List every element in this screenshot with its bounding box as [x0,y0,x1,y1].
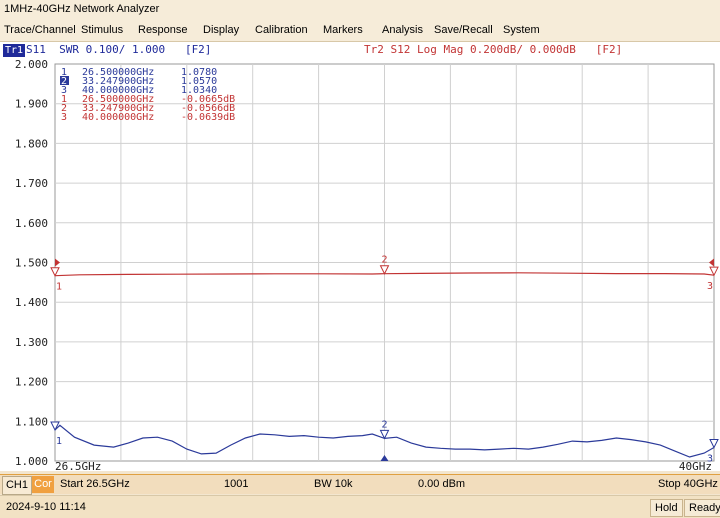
hold-button[interactable]: Hold [650,499,683,517]
stop-frequency[interactable]: Stop 40GHz [658,475,718,494]
y-tick-label: 1.400 [15,296,48,309]
window-title-bar: 1MHz-40GHz Network Analyzer [0,0,720,19]
marker-number: 3 [61,112,67,123]
source-power[interactable]: 0.00 dBm [418,475,465,494]
menu-stimulus[interactable]: Stimulus [81,19,123,41]
menu-save-recall[interactable]: Save/Recall [434,19,493,41]
y-tick-label: 1.500 [15,257,48,270]
trace1-badge[interactable]: Tr1 [3,44,26,57]
datetime: 2024-9-10 11:14 [6,501,86,513]
marker-value: -0.0639dB [181,112,235,123]
status-bar: 2024-9-10 11:14 Hold Ready [0,495,720,518]
menu-display[interactable]: Display [203,19,239,41]
trace-header: Tr1 S11 SWR 0.100/ 1.000 [F2] Tr2 S12 Lo… [0,42,720,59]
menu-markers[interactable]: Markers [323,19,363,41]
x-stop-label: 40GHz [679,460,712,471]
y-tick-label: 1.900 [15,98,48,111]
marker-label-tr2: 3 [707,281,713,292]
y-tick-labels: 2.000 1.900 1.800 1.700 1.600 1.500 1.400 1.300… [15,59,48,468]
menu-system[interactable]: System [503,19,540,41]
menu-analysis[interactable]: Analysis [382,19,423,41]
marker-frequency: 40.000000GHz [82,112,154,123]
trace2-settings[interactable]: Tr2 S12 Log Mag 0.200dB/ 0.000dB [F2] [364,43,622,56]
y-tick-label: 1.600 [15,217,48,230]
menu-calibration[interactable]: Calibration [255,19,308,41]
ready-status: Ready [684,499,720,517]
start-frequency[interactable]: Start 26.5GHz [60,475,130,494]
x-start-label: 26.5GHz [55,460,101,471]
menu-response[interactable]: Response [138,19,188,41]
trace1-settings[interactable]: S11 SWR 0.100/ 1.000 [F2] [26,43,211,56]
correction-indicator[interactable]: Cor [32,476,54,493]
channel-bar: CH1 Cor Start 26.5GHz 1001 BW 10k 0.00 d… [0,474,720,495]
sweep-points[interactable]: 1001 [224,475,248,494]
trace-plot: 2.000 1.900 1.800 1.700 1.600 1.500 1.400 1.300… [15,59,719,471]
y-tick-label: 1.100 [15,415,48,428]
plot-area: 2.000 1.900 1.800 1.700 1.600 1.500 1.400 1.300… [0,59,720,471]
y-tick-label: 1.200 [15,376,48,389]
y-tick-label: 1.700 [15,177,48,190]
if-bandwidth[interactable]: BW 10k [314,475,353,494]
y-tick-label: 1.800 [15,137,48,150]
marker-label-tr1: 2 [381,419,387,430]
y-tick-label: 2.000 [15,59,48,71]
channel-indicator[interactable]: CH1 [2,476,32,495]
menu-bar: Trace/Channel Stimulus Response Display … [0,19,720,42]
marker-label-tr2: 2 [381,255,387,266]
marker-label-tr1: 1 [56,436,62,447]
y-tick-label: 1.000 [15,455,48,468]
marker-table: 1 26.500000GHz 1.07802 33.247900GHz 1.05703 4… [60,67,235,123]
menu-trace-channel[interactable]: Trace/Channel [4,19,76,41]
marker-label-tr2: 1 [56,282,62,293]
y-tick-label: 1.300 [15,336,48,349]
app-title: 1MHz-40GHz Network Analyzer [4,3,160,15]
